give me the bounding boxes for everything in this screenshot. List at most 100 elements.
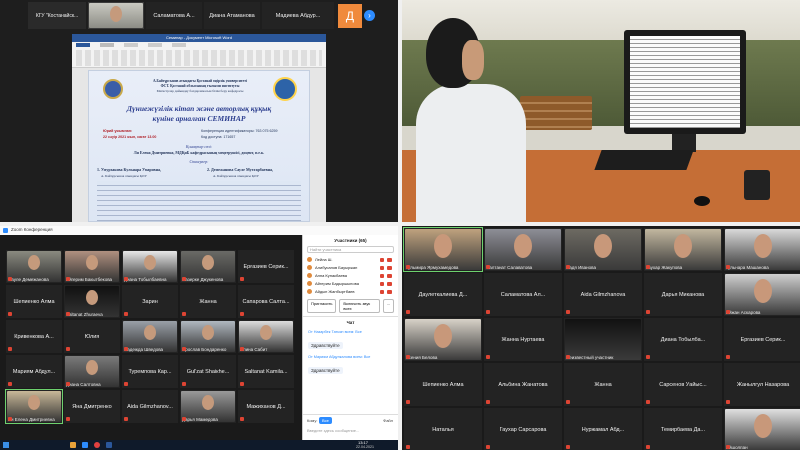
video-tile[interactable]: Gul'zat Shaiкhe... [180, 355, 236, 388]
muted-mic-icon [486, 445, 490, 449]
participant-name: Гаухар Сарсарова [499, 426, 547, 433]
video-tile[interactable]: Туремпова Кар... [122, 355, 178, 388]
video-tile[interactable]: Альбина Жанатова [484, 363, 562, 406]
video-tile[interactable]: Надежда Шведова [122, 320, 178, 353]
video-tile[interactable]: Юлия [64, 320, 120, 353]
video-tile[interactable]: Айгерим Бакытбекова [64, 250, 120, 283]
video-tile[interactable]: Айжан Аскарова [724, 273, 800, 316]
side-panel: Участники (65) Найти участника Лейла Ш. А… [302, 235, 398, 440]
doc-header-line: Магистрлар дайындау бағдарламасын білім … [156, 89, 244, 93]
participant-name: Назерке Джукенова [182, 277, 224, 282]
video-tile[interactable]: Зарин [122, 285, 178, 318]
participant-row[interactable]: Айдын Жанбыртбаев [307, 288, 394, 296]
video-tile[interactable]: Наталья [404, 408, 482, 450]
video-tile[interactable]: Темирбаева Да... [644, 408, 722, 450]
video-tile[interactable]: Гульмира Ярмухамедова [403, 227, 483, 272]
home-tab[interactable] [100, 43, 114, 47]
video-tile[interactable]: Алина Сабит [238, 320, 294, 353]
video-tile[interactable]: Салтанат Салаватова [484, 228, 562, 271]
doc-speaker-role: А. Байтұрсынов атындағы ҚӨУ [213, 174, 259, 178]
muted-mic-icon [66, 347, 70, 351]
video-tile[interactable]: Д [338, 4, 362, 28]
layout-tab[interactable] [148, 43, 162, 47]
insert-tab[interactable] [124, 43, 138, 47]
participants-search[interactable]: Найти участника [307, 246, 394, 253]
more-button[interactable]: ... [382, 299, 394, 313]
video-tile[interactable]: Саламатова Ал... [484, 273, 562, 316]
windows-start-icon[interactable] [3, 442, 9, 448]
unmute-all-button[interactable]: Включить звук всех [339, 299, 380, 313]
invite-button[interactable]: Пригласить [307, 299, 337, 313]
chat-file-button[interactable]: Файл [383, 418, 393, 423]
video-tile[interactable]: Жанна [180, 285, 236, 318]
video-tile[interactable]: Шепиенко Алма [404, 363, 482, 406]
video-tile[interactable]: Назерке Джукенова [180, 250, 236, 283]
video-tile[interactable]: Саламатова А... [146, 2, 202, 29]
taskbar-app-icon[interactable] [94, 442, 100, 448]
participant-row[interactable]: Айгерим Бадыршынова [307, 280, 394, 288]
video-tile[interactable]: Мадиева Абдур... [262, 2, 334, 29]
video-tile[interactable]: Гаухар Жакупова [644, 228, 722, 271]
video-tile[interactable]: Ерғазиев Серик... [238, 250, 294, 283]
avatar [307, 273, 312, 279]
video-tile[interactable]: Айшолпан [724, 408, 800, 450]
participant-name: Ярослав Бондаренко [182, 347, 227, 352]
review-tab[interactable] [172, 43, 186, 47]
video-tile[interactable]: Диана Салтовна [64, 355, 120, 388]
video-tile[interactable]: Жанна Нуртаева [484, 318, 562, 361]
video-tile[interactable]: Жанылгул Назарова [724, 363, 800, 406]
participant-row[interactable]: Лейла Ш. [307, 256, 394, 264]
video-tile[interactable]: Ергазиев Серик... [724, 318, 800, 361]
video-tile[interactable]: Жанна [564, 363, 642, 406]
video-tile[interactable]: Шепиенко Алма [6, 285, 62, 318]
video-tile[interactable]: Aida Gilmzhanov... [122, 390, 178, 423]
document-page: А.Байтұрсынов атындағы Қостанай өңірлік … [88, 70, 310, 222]
avatar [754, 279, 772, 303]
chat-recipient-select[interactable]: Все [319, 417, 332, 424]
next-page-icon[interactable]: › [364, 10, 375, 21]
video-tile[interactable]: Диана Атаманова [204, 2, 260, 29]
avatar [674, 234, 692, 258]
video-tile[interactable]: Кривенкова А... [6, 320, 62, 353]
video-tile[interactable]: Гульнара Машанова [724, 228, 800, 271]
video-tile[interactable]: Сауле Демежанова [6, 250, 62, 283]
video-tile[interactable]: Мариям Абдул... [6, 355, 62, 388]
video-tile[interactable]: Aida Gilmzhanova [564, 273, 642, 316]
video-tile[interactable]: Даулеткалиева Д... [404, 273, 482, 316]
taskbar-app-icon[interactable] [70, 442, 76, 448]
video-tile[interactable]: Сапарова Салта... [238, 285, 294, 318]
video-tile[interactable]: Saltanat Kamila... [238, 355, 294, 388]
video-tile[interactable]: Нуржамал Абд... [564, 408, 642, 450]
taskbar-app-icon[interactable] [82, 442, 88, 448]
video-tile[interactable]: Гаухар Сарсарова [484, 408, 562, 450]
chat-compose: Кому: Все Файл Введите здесь сообщение..… [303, 414, 398, 440]
chat-input[interactable]: Введите здесь сообщение... [307, 428, 359, 433]
video-tile[interactable]: Мажиханов Д... [238, 390, 294, 423]
video-tile[interactable]: Ксения Белова [404, 318, 482, 361]
video-tile[interactable]: Ярослав Бондаренко [180, 320, 236, 353]
video-tile[interactable]: Диана Тобылбаевна [122, 250, 178, 283]
participant-name: Гульмира Ярмухамедова [406, 265, 459, 270]
file-tab[interactable] [76, 43, 90, 47]
video-tile[interactable]: Яна Дмитренко [64, 390, 120, 423]
video-tile[interactable]: Неизвестный участник [564, 318, 642, 361]
muted-mic-icon [124, 382, 128, 386]
video-tile[interactable]: Надя Иванова [564, 228, 642, 271]
video-tile[interactable]: Saltanat Zhuraeva [64, 285, 120, 318]
video-tile[interactable]: Дарья Мамедова [180, 390, 236, 423]
participant-row[interactable]: Алибусанов Бауыржан [307, 264, 394, 272]
muted-mic-icon [646, 355, 650, 359]
muted-mic-icon [240, 347, 244, 351]
video-tile[interactable]: Диана Тобылба... [644, 318, 722, 361]
participants-actions: Пригласить Включить звук всех ... [303, 296, 398, 316]
taskbar-app-icon[interactable] [106, 442, 112, 448]
muted-mic-icon [646, 445, 650, 449]
doc-section-heading: Спикерлер: [189, 159, 209, 164]
video-tile[interactable] [88, 2, 144, 29]
video-tile[interactable]: КГУ "Костанайск... [28, 2, 86, 29]
participants-title: Участники (65) [334, 238, 367, 243]
video-tile[interactable]: Дарья Миканова [644, 273, 722, 316]
participant-row[interactable]: Анна Кунакбаева [307, 272, 394, 280]
video-tile[interactable]: Ли Елена Дмитриевна [5, 389, 63, 424]
video-tile[interactable]: Сарсенов Уайыс... [644, 363, 722, 406]
